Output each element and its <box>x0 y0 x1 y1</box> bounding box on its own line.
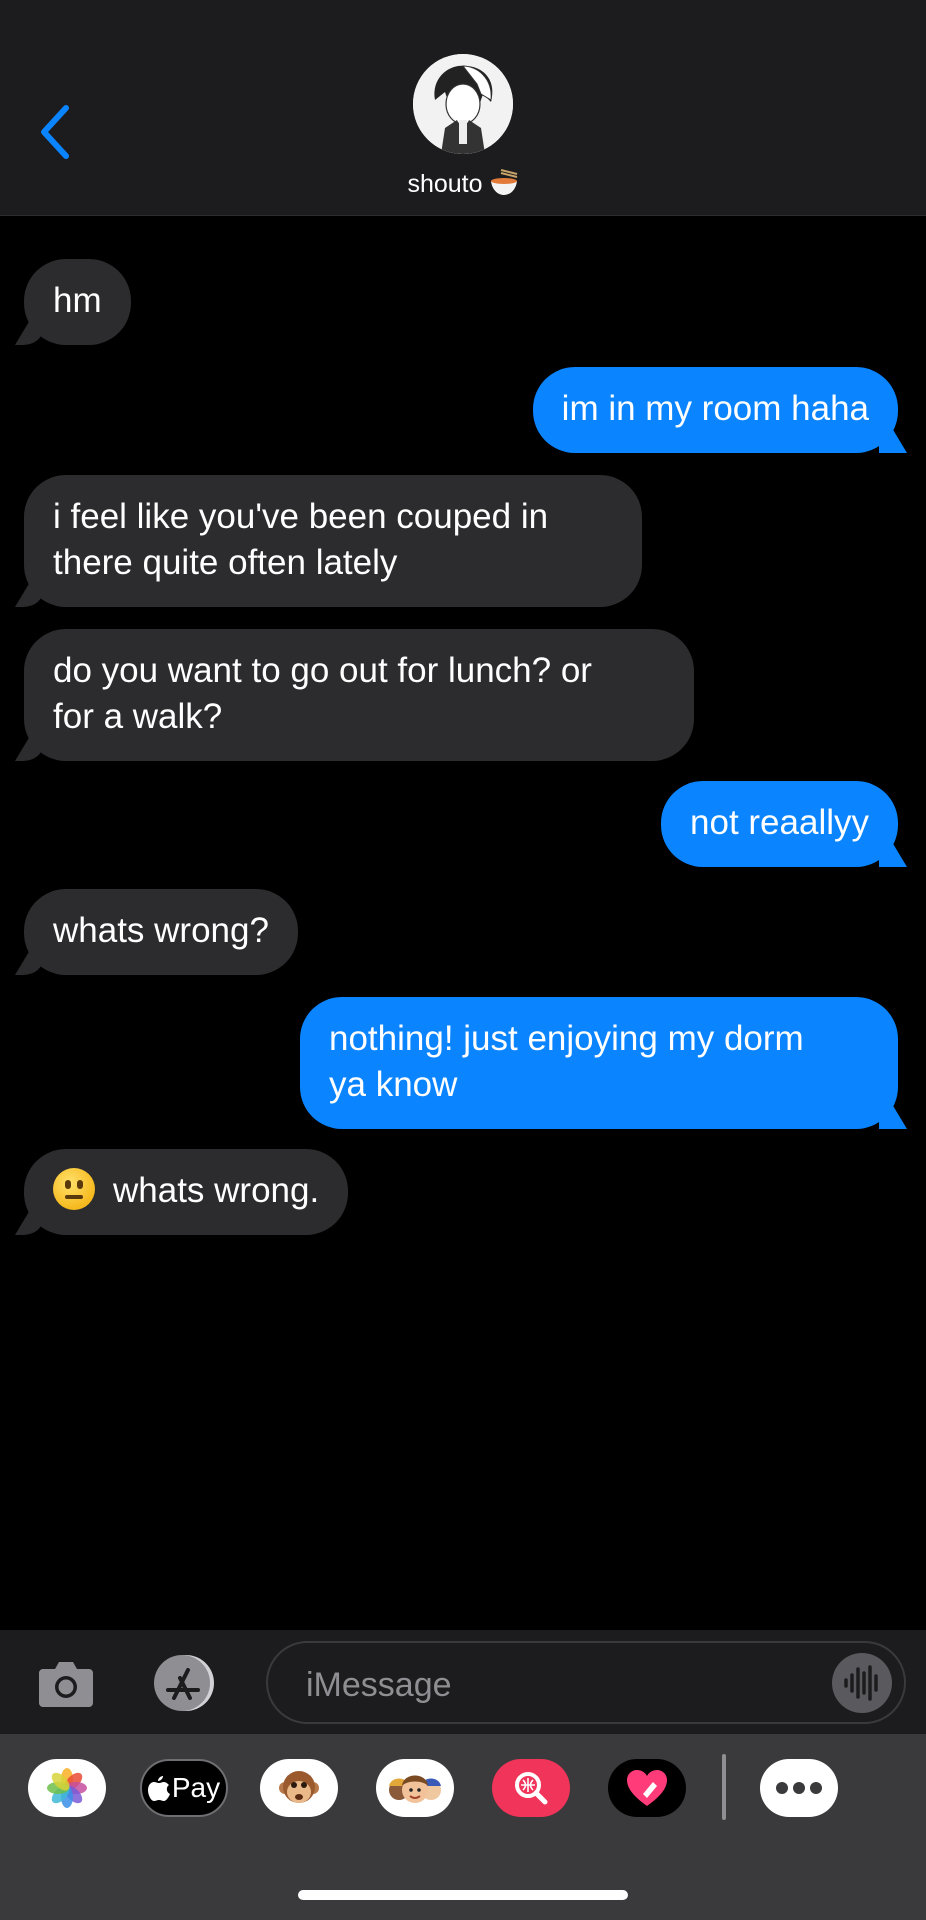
message-text: whats wrong? <box>53 911 269 950</box>
message-received[interactable]: whats wrong. <box>24 1149 349 1235</box>
apple-pay-label: Pay <box>171 1772 221 1803</box>
message-received[interactable]: hm <box>24 259 131 345</box>
chevron-left-icon[interactable] <box>36 104 76 160</box>
animoji-monkey-icon[interactable] <box>260 1759 338 1817</box>
message-text: not reaallyy <box>690 803 869 842</box>
message-sent[interactable]: nothing! just enjoying my dorm ya know <box>300 997 898 1129</box>
avatar[interactable] <box>413 54 513 154</box>
message-text: do you want to go out for lunch? or for … <box>53 651 592 736</box>
message-sent[interactable]: im in my room haha <box>532 367 898 453</box>
message-received[interactable]: i feel like you've been couped in there … <box>24 475 642 607</box>
contact-name-label: shouto <box>407 170 483 198</box>
apple-pay-icon[interactable]: Pay <box>140 1759 228 1817</box>
audio-message-button[interactable] <box>832 1653 892 1713</box>
compose-bar <box>0 1630 926 1734</box>
apple-logo-icon <box>147 1776 170 1801</box>
memoji-icon[interactable] <box>376 1759 454 1817</box>
neutral-face-icon <box>53 1168 95 1210</box>
message-text: nothing! just enjoying my dorm ya know <box>329 1019 804 1104</box>
message-field[interactable] <box>266 1641 906 1724</box>
more-apps-icon[interactable] <box>760 1759 838 1817</box>
photos-icon[interactable] <box>28 1759 106 1817</box>
conversation-header: shouto <box>0 0 926 216</box>
waveform-icon <box>844 1665 878 1701</box>
message-text: hm <box>53 281 102 320</box>
contact-name[interactable]: shouto <box>0 168 926 199</box>
drawer-divider <box>722 1754 726 1820</box>
camera-icon[interactable] <box>37 1657 95 1709</box>
app-store-icon[interactable] <box>150 1654 226 1712</box>
message-received[interactable]: whats wrong? <box>24 889 298 975</box>
digital-touch-icon[interactable] <box>608 1759 686 1817</box>
message-text: im in my room haha <box>561 389 869 428</box>
message-received[interactable]: do you want to go out for lunch? or for … <box>24 629 694 761</box>
search-images-icon[interactable] <box>492 1759 570 1817</box>
message-sent[interactable]: not reaallyy <box>661 781 898 867</box>
imessage-input[interactable] <box>304 1659 788 1711</box>
home-indicator[interactable] <box>298 1890 628 1900</box>
message-text: i feel like you've been couped in there … <box>53 497 549 582</box>
noodle-bowl-icon <box>489 168 519 196</box>
message-thread[interactable]: hm im in my room haha i feel like you've… <box>0 215 926 1630</box>
message-text: whats wrong. <box>113 1171 320 1210</box>
